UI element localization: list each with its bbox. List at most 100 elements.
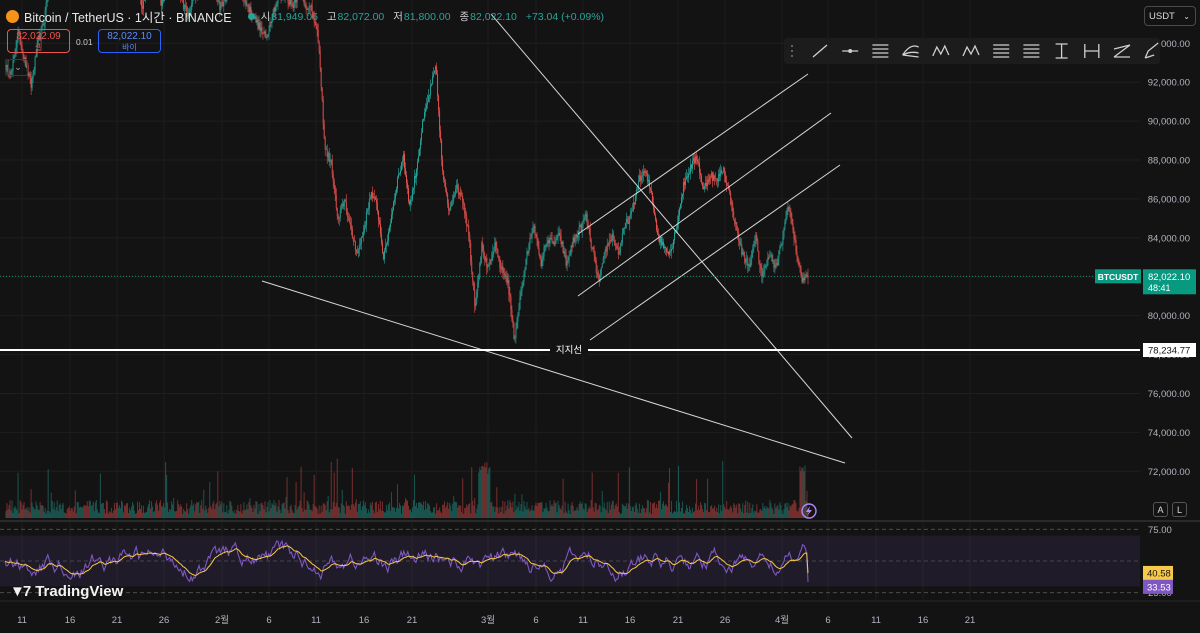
volume-bar — [736, 504, 738, 518]
volume-bar — [248, 502, 250, 518]
candle-body — [612, 233, 614, 241]
candle-body — [797, 256, 799, 262]
volume-bar — [538, 502, 540, 518]
candle-body — [620, 242, 622, 245]
candle-body — [684, 181, 685, 186]
volume-bar — [434, 507, 436, 518]
candle-body — [497, 249, 499, 257]
sell-button[interactable]: 82,022.09 셀 — [7, 29, 70, 53]
volume-bar — [294, 504, 296, 518]
volume-bar — [12, 512, 14, 518]
candle-body — [543, 247, 545, 257]
candle-body — [720, 170, 722, 177]
candle-body — [528, 244, 530, 253]
buy-button[interactable]: 82,022.10 바이 — [98, 29, 161, 53]
buy-label: 바이 — [122, 43, 137, 52]
volume-bar — [503, 513, 505, 518]
volume-bar — [642, 507, 644, 518]
volume-bar — [376, 512, 378, 518]
candle-body — [384, 246, 386, 251]
volume-bar — [272, 504, 274, 518]
volume-bar — [236, 509, 238, 518]
volume-bar — [785, 502, 787, 518]
volume-bar — [596, 510, 598, 518]
candle-body — [533, 226, 535, 229]
volume-bar — [746, 512, 748, 518]
price-tick-label: 72,000.00 — [1148, 467, 1190, 478]
volume-bar — [508, 508, 510, 518]
candle-body — [164, 0, 166, 1]
volume-bar — [649, 501, 651, 518]
candle-body — [785, 217, 787, 222]
symbol-header[interactable]: Bitcoin / TetherUS · 1시간 · BINANCE 시81,9… — [6, 7, 610, 25]
volume-bar — [99, 473, 101, 518]
volume-bar — [355, 499, 357, 518]
volume-bar — [217, 471, 219, 518]
auto-scale-button[interactable]: A — [1153, 502, 1168, 517]
candle-body — [414, 176, 415, 188]
candle-body — [556, 236, 558, 241]
volume-bar — [388, 502, 390, 518]
volume-bar — [227, 513, 229, 518]
candle-body — [388, 227, 390, 232]
volume-bar — [88, 500, 90, 518]
candle-body — [780, 244, 782, 247]
volume-bar — [520, 504, 522, 518]
candle-body — [318, 42, 320, 51]
candle-body — [673, 240, 674, 248]
volume-bar — [687, 508, 689, 518]
volume-bar — [241, 513, 243, 518]
chart-canvas[interactable]: 지지선72,000.0074,000.0076,000.0078,000.008… — [0, 0, 1200, 633]
candle-body — [573, 237, 575, 242]
volume-bar — [75, 513, 77, 518]
volume-bar — [616, 506, 618, 518]
elliott-wave-icon — [962, 44, 980, 57]
volume-bar — [317, 513, 319, 518]
candle-body — [557, 234, 559, 237]
volume-bar — [562, 478, 564, 518]
volume-bar — [579, 501, 581, 518]
volume-bar — [548, 511, 550, 518]
volume-bar — [544, 508, 546, 518]
volume-bar — [748, 513, 750, 518]
candle-body — [265, 36, 267, 39]
volume-bar — [782, 513, 784, 518]
collapse-chevron-icon[interactable]: ⌄ — [8, 59, 28, 76]
volume-bar — [77, 502, 79, 518]
volume-bar — [525, 509, 527, 518]
volume-bar — [492, 506, 494, 518]
volume-bar — [300, 466, 302, 518]
volume-bar — [433, 507, 435, 518]
candle-body — [403, 154, 404, 162]
symbol-title[interactable]: Bitcoin / TetherUS · 1시간 · BINANCE — [24, 7, 232, 26]
candle-body — [635, 189, 637, 196]
candle-body — [442, 159, 444, 172]
time-tick-label: 26 — [720, 615, 731, 626]
volume-bar — [135, 513, 137, 518]
candle-body — [447, 193, 449, 204]
volume-bar — [750, 512, 752, 518]
candle-body — [548, 240, 550, 244]
volume-bar — [246, 504, 248, 518]
volume-bar — [740, 508, 742, 518]
candle-body — [342, 203, 344, 207]
volume-bar — [440, 511, 442, 518]
candle-body — [589, 229, 591, 241]
volume-bar — [545, 502, 547, 518]
candle-body — [163, 0, 165, 1]
candle-body — [733, 211, 735, 220]
volume-bar — [282, 502, 284, 518]
volume-bar — [665, 505, 667, 518]
candle-body — [730, 192, 732, 205]
currency-select[interactable]: USDT ⌄ — [1144, 6, 1196, 26]
candle-body — [714, 175, 716, 179]
volume-bar — [565, 511, 567, 518]
log-scale-button[interactable]: L — [1172, 502, 1187, 517]
candle-body — [355, 249, 357, 253]
volume-bar — [235, 513, 237, 518]
volume-bar — [306, 500, 308, 518]
volume-bar — [330, 461, 332, 518]
volume-bar — [764, 505, 766, 518]
candle-body — [799, 265, 801, 267]
volume-bar — [243, 502, 245, 518]
